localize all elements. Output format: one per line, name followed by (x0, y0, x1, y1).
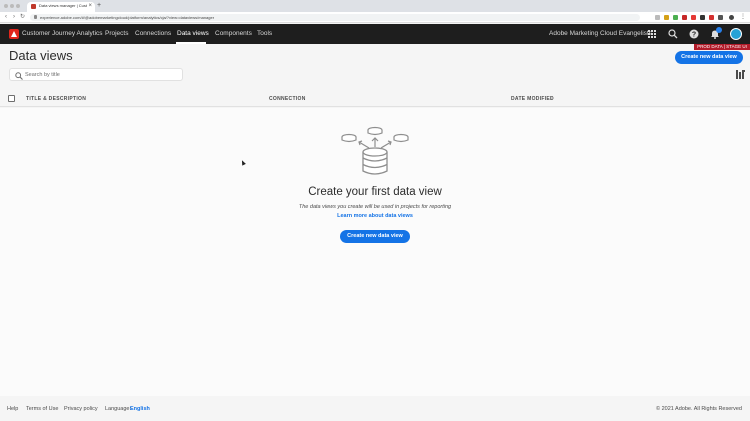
nav-connections[interactable]: Connections (135, 30, 171, 37)
footer-help-link[interactable]: Help (7, 406, 18, 412)
window-minimize-dot[interactable] (10, 4, 14, 8)
extension-icon[interactable] (664, 15, 669, 20)
footer-language-selector[interactable]: English (130, 406, 150, 412)
app-title[interactable]: Customer Journey Analytics (22, 30, 103, 37)
footer-terms-link[interactable]: Terms of Use (26, 406, 58, 412)
learn-more-link[interactable]: Learn more about data views (0, 213, 750, 219)
active-nav-indicator (176, 42, 206, 44)
extension-icon[interactable] (682, 15, 687, 20)
extension-icon[interactable] (700, 15, 705, 20)
column-settings-icon[interactable] (736, 70, 745, 79)
sort-descending-icon[interactable]: ↓ (550, 96, 553, 102)
extension-icon[interactable] (718, 15, 723, 20)
browser-address-bar: ‹ › ↻ experience.adobe.com/#/@adobemarke… (0, 12, 750, 23)
column-header-date-modified[interactable]: DATE MODIFIED (511, 96, 554, 102)
search-field[interactable] (9, 68, 183, 81)
select-all-checkbox[interactable] (8, 95, 15, 102)
empty-state-create-button[interactable]: Create new data view (340, 230, 410, 243)
lock-icon (34, 15, 37, 19)
page-title: Data views (9, 48, 73, 63)
column-header-connection[interactable]: CONNECTION (269, 96, 306, 102)
create-data-view-button[interactable]: Create new data view (675, 51, 743, 64)
adobe-logo-icon[interactable] (9, 29, 19, 39)
footer-privacy-link[interactable]: Privacy policy (64, 406, 98, 412)
empty-state-description: The data views you create will be used i… (298, 204, 452, 210)
browser-menu-icon[interactable]: ⋮ (740, 13, 746, 22)
empty-state-title: Create your first data view (308, 186, 442, 198)
help-icon[interactable]: ? (689, 29, 699, 39)
browser-tab-bar: Data views manager | Custom × + (0, 0, 750, 12)
apps-grid-icon[interactable] (647, 29, 657, 39)
back-icon[interactable]: ‹ (5, 13, 7, 22)
data-view-illustration (341, 126, 409, 175)
footer-language-label: Language: (105, 406, 131, 412)
learn-more-link-text[interactable]: Learn more about data views (337, 213, 413, 219)
tab-close-icon[interactable]: × (88, 2, 92, 11)
nav-data-views[interactable]: Data views (177, 30, 209, 37)
extension-icon[interactable] (709, 15, 714, 20)
url-field[interactable]: experience.adobe.com/#/@adobemarketingcl… (30, 14, 640, 21)
nav-projects[interactable]: Projects (105, 30, 128, 37)
reload-icon[interactable]: ↻ (20, 13, 25, 22)
footer: Help Terms of Use Privacy policy Languag… (0, 396, 750, 421)
table-header: TITLE & DESCRIPTION CONNECTION DATE MODI… (0, 90, 750, 107)
tab-title: Data views manager | Custom (39, 3, 87, 8)
org-switcher[interactable]: Adobe Marketing Cloud Evangelists (549, 30, 652, 37)
search-icon[interactable] (668, 29, 678, 39)
new-tab-icon[interactable]: + (97, 2, 101, 10)
notification-badge (716, 27, 722, 33)
nav-components[interactable]: Components (215, 30, 252, 37)
environment-badge: PROD DATA | STAGE UI (694, 44, 750, 50)
browser-tab[interactable]: Data views manager | Custom × (27, 2, 95, 12)
nav-tools[interactable]: Tools (257, 30, 272, 37)
search-icon (15, 72, 23, 80)
tab-favicon-icon (31, 4, 36, 9)
svg-text:?: ? (692, 32, 696, 39)
profile-icon[interactable] (729, 15, 734, 20)
app-header: Customer Journey Analytics Projects Conn… (0, 24, 750, 44)
extension-icon[interactable] (673, 15, 678, 20)
search-input[interactable] (25, 70, 175, 79)
forward-icon[interactable]: › (13, 13, 15, 22)
footer-copyright: © 2021 Adobe. All Rights Reserved (656, 406, 742, 412)
window-close-dot[interactable] (4, 4, 8, 8)
extension-icon[interactable] (691, 15, 696, 20)
avatar[interactable] (730, 28, 742, 40)
column-header-title[interactable]: TITLE & DESCRIPTION (26, 96, 86, 102)
extension-icon[interactable] (655, 15, 660, 20)
url-text: experience.adobe.com/#/@adobemarketingcl… (40, 15, 215, 20)
window-maximize-dot[interactable] (16, 4, 20, 8)
